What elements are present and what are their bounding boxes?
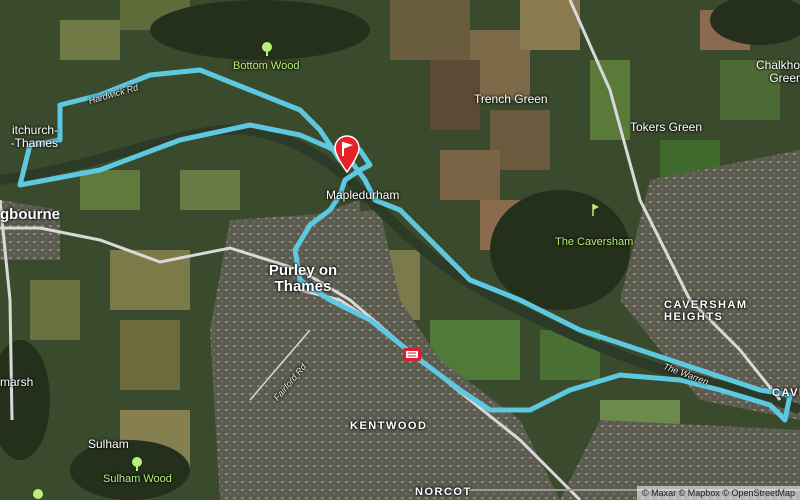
place-label-pangbourne: gbourne — [0, 206, 60, 223]
place-label-caversham: CAVE — [772, 387, 800, 399]
flag-marker-icon[interactable] — [333, 134, 361, 174]
place-label-bottom-wood: Bottom Wood — [233, 60, 300, 72]
place-label-trench-green: Trench Green — [474, 92, 548, 106]
place-label-sulham: Sulham — [88, 437, 129, 451]
place-label-chalkhouse-green: Chalkhouse Green — [756, 58, 800, 85]
place-label-sulham-wood: Sulham Wood — [103, 473, 172, 485]
place-label-purley-on-thames: Purley on Thames — [268, 262, 338, 295]
station-icon — [403, 348, 421, 361]
map-attribution[interactable]: © Maxar © Mapbox © OpenStreetMap — [637, 486, 800, 500]
place-label-tidmarsh: marsh — [0, 375, 34, 389]
tree-icon — [33, 489, 43, 499]
place-label-whitchurch: itchurch- -Thames — [10, 123, 58, 150]
place-label-tokers-green: Tokers Green — [630, 120, 703, 134]
place-label-caversham-heights: CAVERSHAM HEIGHTS — [664, 299, 748, 323]
map-view[interactable]: Bottom Wood Trench Green Chalkhouse Gree… — [0, 0, 800, 500]
place-label-the-caversham: The Caversham — [555, 236, 634, 248]
place-label-kentwood: KENTWOOD — [350, 420, 428, 432]
place-label-mapledurham: Mapledurham — [326, 188, 400, 202]
place-label-norcot: NORCOT — [415, 486, 472, 498]
